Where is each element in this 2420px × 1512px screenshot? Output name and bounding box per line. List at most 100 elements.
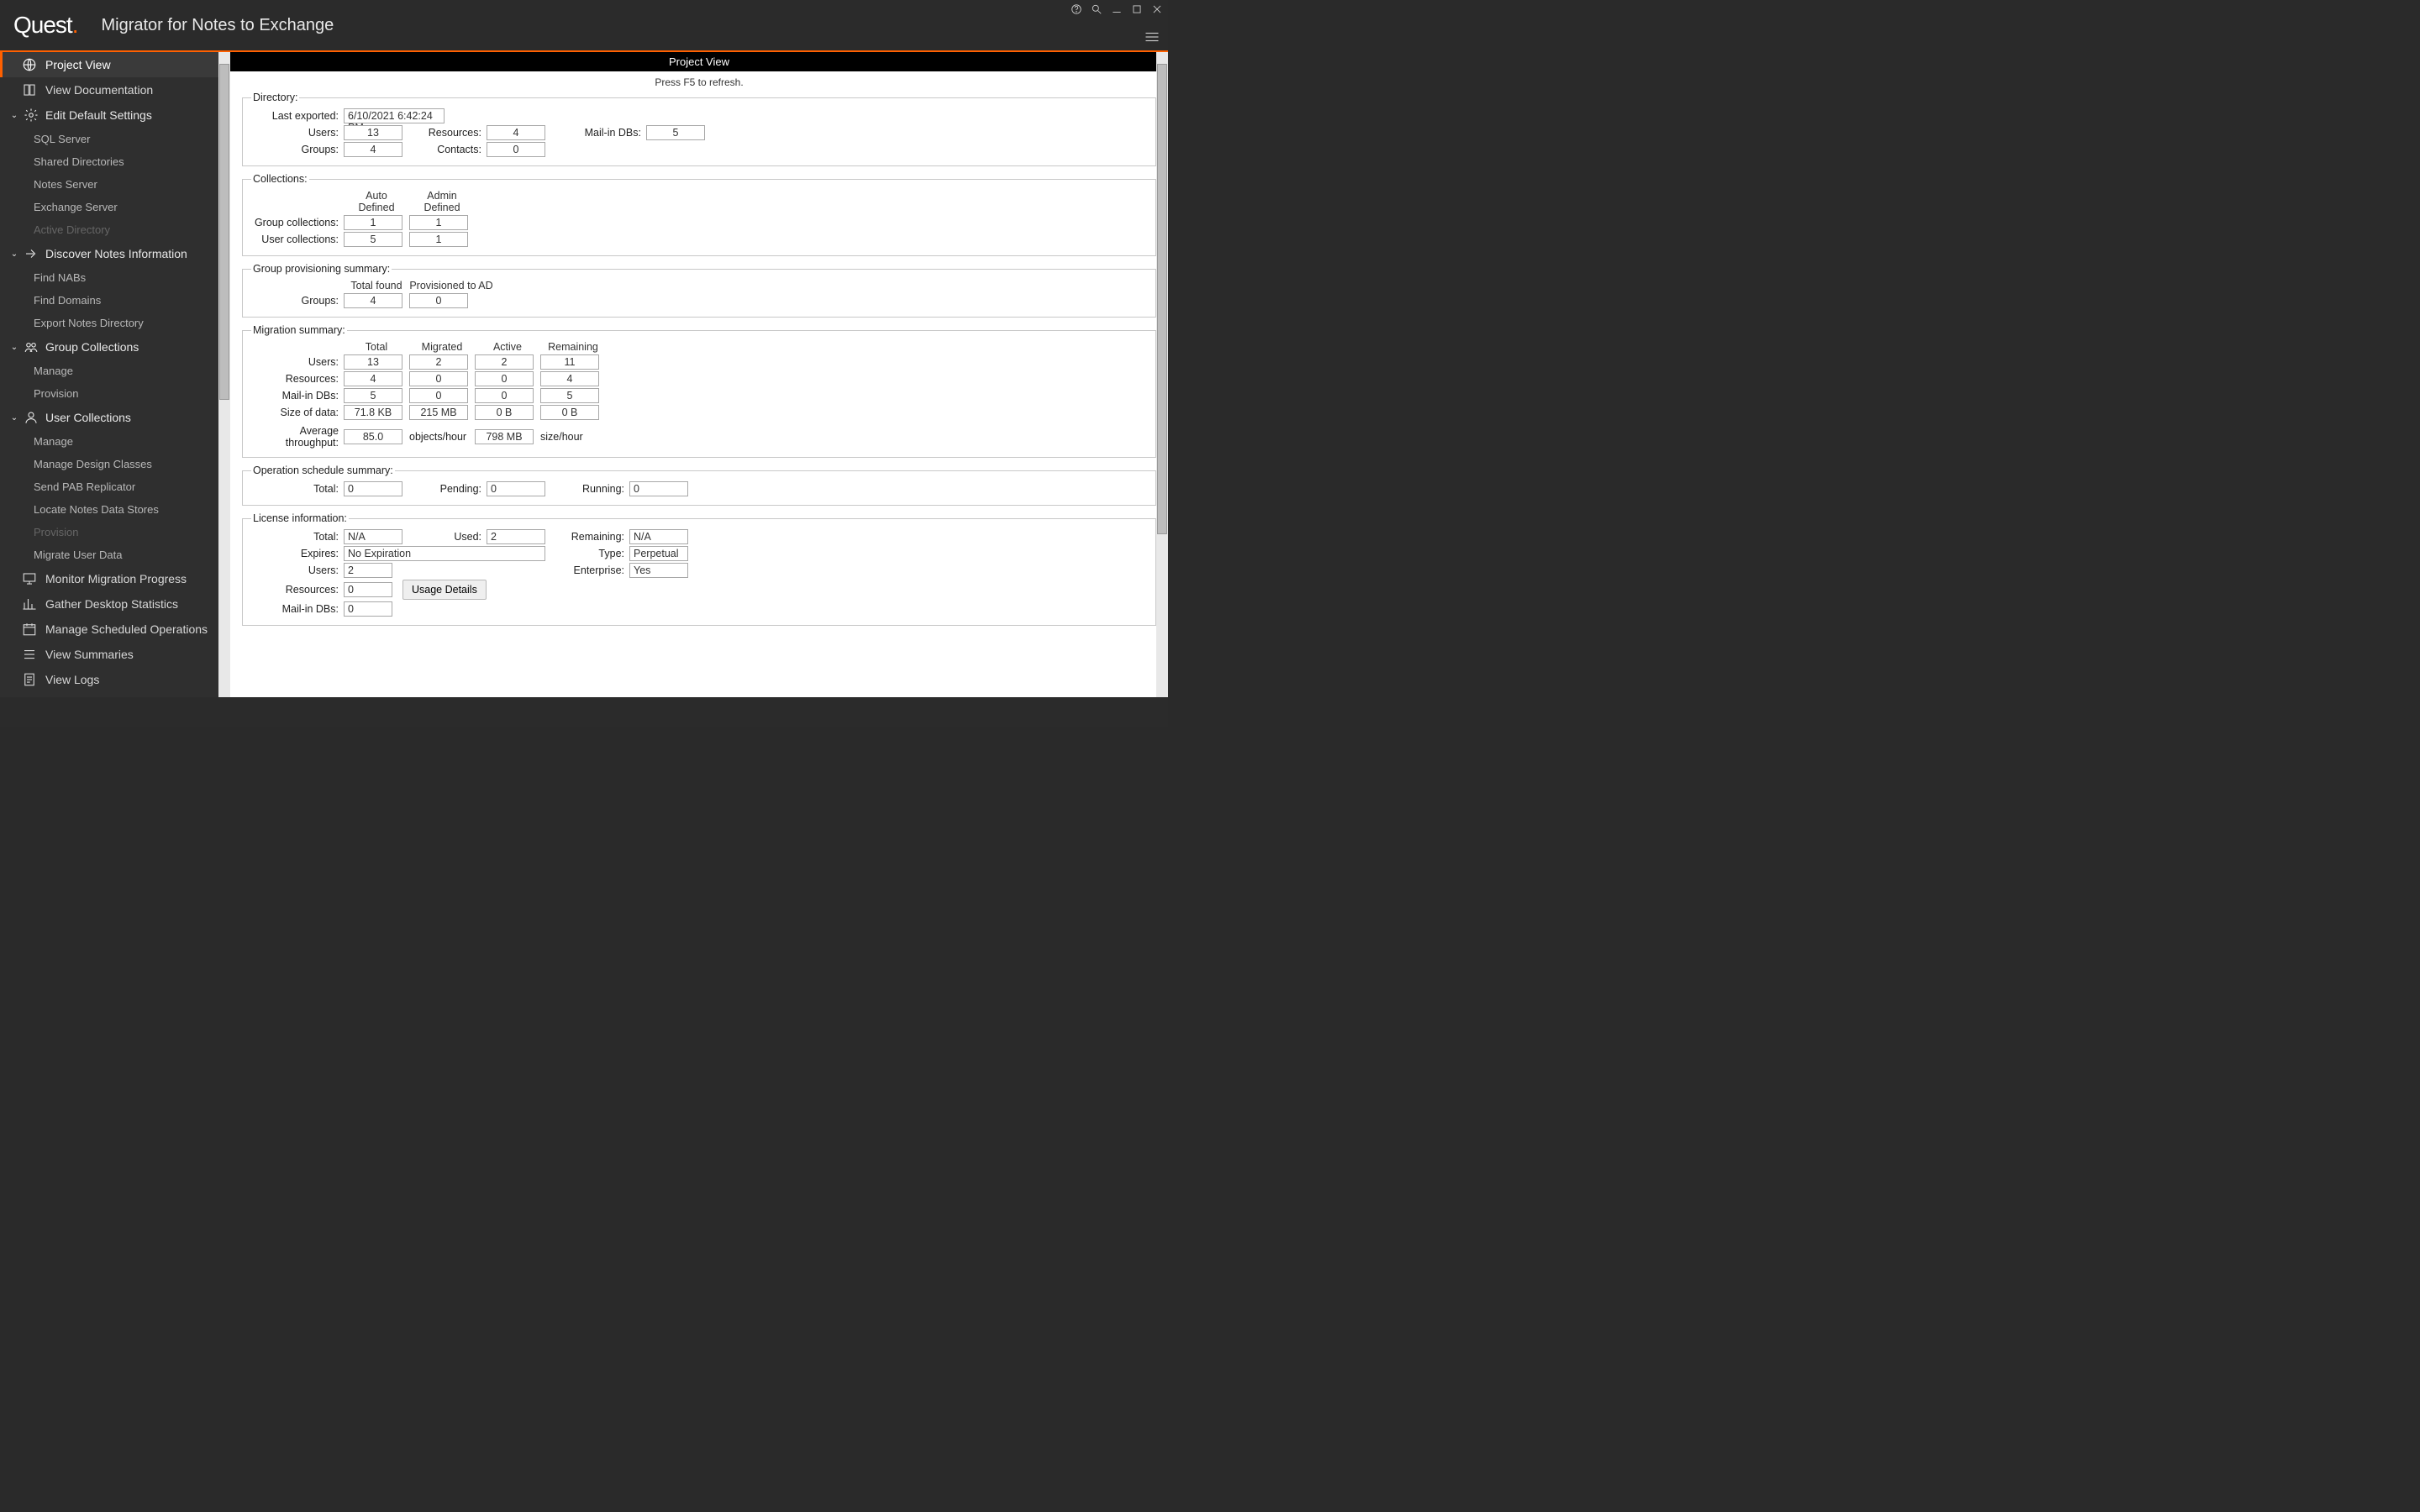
nav-shared-directories[interactable]: Shared Directories [0,150,230,173]
directory-legend: Directory: [251,92,299,103]
nav-view-logs[interactable]: View Logs [0,667,230,692]
directory-panel: Directory: Last exported: 6/10/2021 6:42… [242,92,1156,166]
gear-icon [24,108,39,123]
nav-gc-manage[interactable]: Manage [0,360,230,382]
collections-legend: Collections: [251,173,309,185]
sidebar-scrollbar[interactable] [218,52,230,697]
users-value: 13 [344,125,402,140]
group-prov-legend: Group provisioning summary: [251,263,392,275]
mig-users-label: Users: [251,356,344,368]
content-scrollbar[interactable] [1156,52,1168,697]
operation-legend: Operation schedule summary: [251,465,395,476]
op-running-label: Running: [545,483,629,495]
minimize-icon[interactable] [1111,3,1123,15]
nav-uc-manage-design[interactable]: Manage Design Classes [0,453,230,475]
nav-gc-provision[interactable]: Provision [0,382,230,405]
nav-discover-notes[interactable]: ⌄ Discover Notes Information [0,241,230,266]
chevron-down-icon: ⌄ [8,413,20,423]
group-admin-value: 1 [409,215,468,230]
group-auto-value: 1 [344,215,402,230]
gp-groups-label: Groups: [251,295,344,307]
nav-group-collections[interactable]: ⌄ Group Collections [0,334,230,360]
nav-export-notes-directory[interactable]: Export Notes Directory [0,312,230,334]
mig-size-0: 71.8 KB [344,405,402,420]
gp-groups-prov: 0 [409,293,468,308]
search-icon[interactable] [1091,3,1102,15]
mig-mailin-1: 0 [409,388,468,403]
nav-notes-server[interactable]: Notes Server [0,173,230,196]
lic-resources-value: 0 [344,582,392,597]
lic-type-label: Type: [545,548,629,559]
help-icon[interactable] [1071,3,1082,15]
maximize-icon[interactable] [1131,3,1143,15]
license-panel: License information: Total: N/A Used: 2 … [242,512,1156,626]
op-pending-value: 0 [487,481,545,496]
nav-exchange-server[interactable]: Exchange Server [0,196,230,218]
lic-enterprise-value: Yes [629,563,688,578]
nav-gather-desktop[interactable]: Gather Desktop Statistics [0,591,230,617]
resources-label: Resources: [402,127,487,139]
nav-sql-server[interactable]: SQL Server [0,128,230,150]
mailin-value: 5 [646,125,705,140]
globe-icon [22,57,37,72]
group-prov-panel: Group provisioning summary: Total found … [242,263,1156,318]
resources-value: 4 [487,125,545,140]
chevron-down-icon: ⌄ [8,343,20,352]
nav-uc-manage[interactable]: Manage [0,430,230,453]
admin-defined-head: Admin Defined [409,190,475,213]
nav-uc-send-pab[interactable]: Send PAB Replicator [0,475,230,498]
lic-total-value: N/A [344,529,402,544]
footer-bar [0,697,1168,727]
total-found-head: Total found [344,280,409,291]
mig-users-3: 11 [540,354,599,370]
nav-monitor-migration[interactable]: Monitor Migration Progress [0,566,230,591]
lic-remaining-label: Remaining: [545,531,629,543]
nav-edit-default-settings[interactable]: ⌄ Edit Default Settings [0,102,230,128]
mig-res-0: 4 [344,371,402,386]
mig-users-1: 2 [409,354,468,370]
size-hour-label: size/hour [540,431,606,443]
mig-mailin-label: Mail-in DBs: [251,390,344,402]
collections-panel: Collections: Auto Defined Admin Defined … [242,173,1156,256]
users-label: Users: [251,127,344,139]
mig-res-2: 0 [475,371,534,386]
mig-mailin-0: 5 [344,388,402,403]
hamburger-icon[interactable] [1144,31,1160,45]
lic-expires-value: No Expiration [344,546,545,561]
lic-total-label: Total: [251,531,344,543]
lic-expires-label: Expires: [251,548,344,559]
lic-mailin-label: Mail-in DBs: [251,603,344,615]
last-exported-label: Last exported: [251,110,344,122]
export-icon [24,246,39,261]
user-admin-value: 1 [409,232,468,247]
nav-find-nabs[interactable]: Find NABs [0,266,230,289]
nav-uc-provision: Provision [0,521,230,543]
mig-mailin-3: 5 [540,388,599,403]
prov-to-ad-head: Provisioned to AD [409,280,493,291]
window-controls [1071,3,1163,15]
op-pending-label: Pending: [402,483,487,495]
mig-h-total: Total [344,341,409,353]
nav-view-documentation[interactable]: View Documentation [0,77,230,102]
nav-find-domains[interactable]: Find Domains [0,289,230,312]
mailin-label: Mail-in DBs: [545,127,646,139]
usage-details-button[interactable]: Usage Details [402,580,487,600]
nav-uc-migrate-data[interactable]: Migrate User Data [0,543,230,566]
nav-project-view[interactable]: Project View [0,52,230,77]
nav-view-summaries[interactable]: View Summaries [0,642,230,667]
mig-mailin-2: 0 [475,388,534,403]
license-legend: License information: [251,512,349,524]
titlebar: Quest. Migrator for Notes to Exchange [0,0,1168,52]
objects-hour-label: objects/hour [409,431,475,443]
op-total-label: Total: [251,483,344,495]
app-title: Migrator for Notes to Exchange [101,16,334,35]
nav-user-collections[interactable]: ⌄ User Collections [0,405,230,430]
mig-h-active: Active [475,341,540,353]
close-icon[interactable] [1151,3,1163,15]
sidebar: Project View View Documentation ⌄ Edit D… [0,52,230,697]
avg-throughput-label: Average throughput: [251,425,344,449]
nav-manage-scheduled[interactable]: Manage Scheduled Operations [0,617,230,642]
lic-used-label: Used: [402,531,487,543]
lic-remaining-value: N/A [629,529,688,544]
nav-uc-locate-stores[interactable]: Locate Notes Data Stores [0,498,230,521]
